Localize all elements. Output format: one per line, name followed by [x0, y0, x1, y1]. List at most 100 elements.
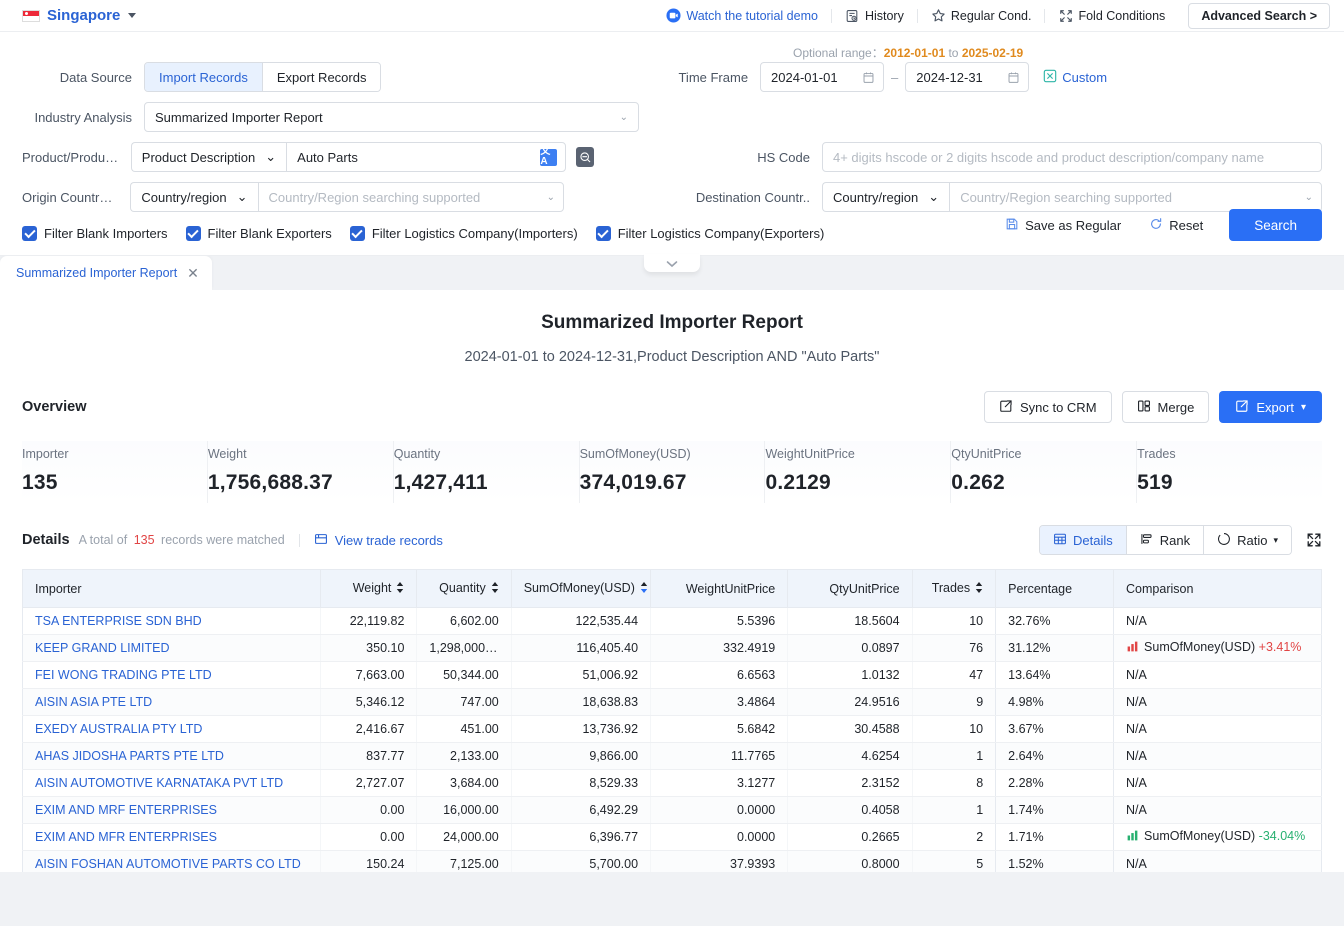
col-percentage: Percentage [995, 569, 1115, 608]
regular-conditions-label: Regular Cond. [950, 8, 1032, 23]
export-button[interactable]: Export ▾ [1219, 391, 1322, 423]
checkbox-filter-logistics-importers[interactable]: Filter Logistics Company(Importers) [349, 226, 578, 241]
cell-importer[interactable]: EXIM AND MRF ENTERPRISES [22, 796, 321, 824]
table-row[interactable]: EXEDY AUSTRALIA PTY LTD 2,416.67 451.00 13,… [22, 715, 1322, 743]
stat-sumofmoney-value: 374,019.67 [579, 471, 687, 494]
table-row[interactable]: AISIN AUTOMOTIVE KARNATAKA PVT LTD 2,727.… [22, 769, 1322, 797]
cell-importer[interactable]: AISIN AUTOMOTIVE KARNATAKA PVT LTD [22, 769, 321, 797]
checkbox-filter-blank-importers[interactable]: Filter Blank Importers [22, 226, 168, 241]
cell-importer[interactable]: AISIN ASIA PTE LTD [22, 688, 321, 716]
date-from-input[interactable]: 2024-01-01 [760, 62, 885, 92]
save-as-regular-button[interactable]: Save as Regular [991, 217, 1135, 234]
stat-importer: Importer 135 [22, 441, 208, 503]
industry-analysis-value: Summarized Importer Report [155, 109, 323, 125]
cell-sumofmoney: 6,492.29 [510, 796, 651, 824]
table-row[interactable]: AHAS JIDOSHA PARTS PTE LTD 837.77 2,133.00… [22, 742, 1322, 770]
cell-importer[interactable]: EXEDY AUSTRALIA PTY LTD [22, 715, 321, 743]
cell-percentage: 13.64% [995, 661, 1114, 689]
table-row[interactable]: EXIM AND MFR ENTERPRISES 0.00 24,000.00 6,3… [22, 823, 1322, 851]
custom-range-button[interactable]: Custom [1043, 69, 1107, 86]
checkbox-filter-blank-exporters[interactable]: Filter Blank Exporters [185, 226, 332, 241]
details-label: Details [22, 532, 70, 548]
fold-icon [1058, 8, 1073, 23]
table-row[interactable]: KEEP GRAND LIMITED 350.10 1,298,000.00 116,… [22, 634, 1322, 662]
col-weight[interactable]: Weight [319, 569, 418, 608]
overview-label: Overview [22, 399, 87, 415]
tab-import-records[interactable]: Import Records [145, 63, 262, 91]
table-row[interactable]: EXIM AND MRF ENTERPRISES 0.00 16,000.00 6,4… [22, 796, 1322, 824]
cell-importer[interactable]: EXIM AND MFR ENTERPRISES [22, 823, 321, 851]
translate-icon[interactable]: 文A [540, 147, 558, 167]
origin-type-value: Country/region [141, 189, 227, 205]
details-total-prefix: A total of [78, 533, 128, 547]
regular-conditions-button[interactable]: Regular Cond. [918, 8, 1045, 23]
product-type-select[interactable]: Product Description ⌄ [130, 142, 287, 172]
tab-summarized-importer-report[interactable]: Summarized Importer Report ✕ [0, 256, 212, 290]
table-row[interactable]: TSA ENTERPRISE SDN BHD 22,119.82 6,602.00 1… [22, 607, 1322, 635]
origin-country-input[interactable]: Country/Region searching supported ⌄ [257, 182, 564, 212]
table-row[interactable]: FEI WONG TRADING PTE LTD 7,663.00 50,344.0… [22, 661, 1322, 689]
table-row[interactable]: AISIN ASIA PTE LTD 5,346.12 747.00 18,638.8… [22, 688, 1322, 716]
view-trade-records-button[interactable]: View trade records [314, 532, 443, 549]
date-to-input[interactable]: 2024-12-31 [905, 62, 1030, 92]
merge-button[interactable]: Merge [1121, 391, 1210, 423]
cell-importer[interactable]: AISIN FOSHAN AUTOMOTIVE PARTS CO LTD [22, 850, 321, 872]
view-mode-rank[interactable]: Rank [1125, 526, 1204, 554]
keyword-search-helper-icon[interactable] [576, 147, 594, 167]
table-row[interactable]: AISIN FOSHAN AUTOMOTIVE PARTS CO LTD 150.… [22, 850, 1322, 872]
cell-importer[interactable]: TSA ENTERPRISE SDN BHD [22, 607, 321, 635]
trend-down-icon [1126, 829, 1139, 845]
importer-link[interactable]: AISIN ASIA PTE LTD [35, 695, 152, 709]
importer-link[interactable]: KEEP GRAND LIMITED [35, 641, 170, 655]
cell-qtyunitprice: 2.3152 [787, 769, 913, 797]
fold-conditions-button[interactable]: Fold Conditions [1045, 8, 1178, 23]
view-mode-ratio[interactable]: Ratio ▾ [1203, 526, 1291, 554]
chevron-down-icon: ▾ [1300, 401, 1306, 413]
view-mode-details[interactable]: Details [1040, 526, 1126, 554]
overview-header: Overview Sync to CRM Merge Export ▾ [0, 365, 1344, 423]
country-selector[interactable]: Singapore [22, 7, 137, 24]
close-icon[interactable]: ✕ [187, 266, 199, 280]
importer-link[interactable]: EXEDY AUSTRALIA PTY LTD [35, 722, 202, 736]
watch-tutorial-demo-button[interactable]: Watch the tutorial demo [653, 8, 831, 23]
search-button[interactable]: Search [1229, 209, 1322, 241]
stat-weightunitprice-value: 0.2129 [765, 471, 831, 494]
reset-button[interactable]: Reset [1135, 217, 1217, 234]
save-icon [1005, 217, 1019, 234]
reset-label: Reset [1169, 217, 1204, 233]
hs-code-input[interactable]: 4+ digits hscode or 2 digits hscode and … [821, 142, 1322, 172]
col-quantity[interactable]: Quantity [416, 569, 512, 608]
product-type-value: Product Description [141, 149, 256, 165]
fold-conditions-label: Fold Conditions [1078, 8, 1166, 23]
cell-weightunitprice: 0.0000 [650, 796, 788, 824]
importer-link[interactable]: AHAS JIDOSHA PARTS PTE LTD [35, 749, 224, 763]
col-trades[interactable]: Trades [911, 569, 997, 608]
chevron-down-icon: ⌄ [265, 149, 277, 164]
fullscreen-icon[interactable] [1306, 532, 1322, 548]
data-source-segmented[interactable]: Import Records Export Records [144, 62, 382, 92]
col-sumofmoney[interactable]: SumOfMoney(USD) [510, 569, 652, 608]
origin-type-select[interactable]: Country/region ⌄ [130, 182, 258, 212]
stat-importer-value: 135 [22, 471, 58, 494]
sync-to-crm-button[interactable]: Sync to CRM [983, 391, 1112, 423]
importer-link[interactable]: EXIM AND MRF ENTERPRISES [35, 803, 217, 817]
importer-link[interactable]: EXIM AND MFR ENTERPRISES [35, 830, 217, 844]
importer-link[interactable]: AISIN AUTOMOTIVE KARNATAKA PVT LTD [35, 776, 283, 790]
importer-link[interactable]: TSA ENTERPRISE SDN BHD [35, 614, 202, 628]
product-keyword-input[interactable]: Auto Parts 文A [286, 142, 567, 172]
tab-export-records[interactable]: Export Records [261, 63, 381, 91]
optional-range-to: 2025-02-19 [961, 46, 1024, 60]
industry-analysis-select[interactable]: Summarized Importer Report ⌄ [144, 102, 639, 132]
collapse-panel-toggle[interactable] [644, 254, 700, 272]
history-button[interactable]: History [832, 8, 917, 23]
singapore-flag-icon [22, 9, 40, 22]
cell-importer[interactable]: KEEP GRAND LIMITED [22, 634, 321, 662]
checkbox-filter-logistics-exporters[interactable]: Filter Logistics Company(Exporters) [595, 226, 824, 241]
advanced-search-button[interactable]: Advanced Search > [1188, 2, 1330, 29]
cell-importer[interactable]: FEI WONG TRADING PTE LTD [22, 661, 321, 689]
destination-country-input[interactable]: Country/Region searching supported ⌄ [949, 182, 1322, 212]
importer-link[interactable]: AISIN FOSHAN AUTOMOTIVE PARTS CO LTD [35, 857, 301, 871]
importer-link[interactable]: FEI WONG TRADING PTE LTD [35, 668, 212, 682]
cell-importer[interactable]: AHAS JIDOSHA PARTS PTE LTD [22, 742, 321, 770]
destination-type-select[interactable]: Country/region ⌄ [822, 182, 950, 212]
